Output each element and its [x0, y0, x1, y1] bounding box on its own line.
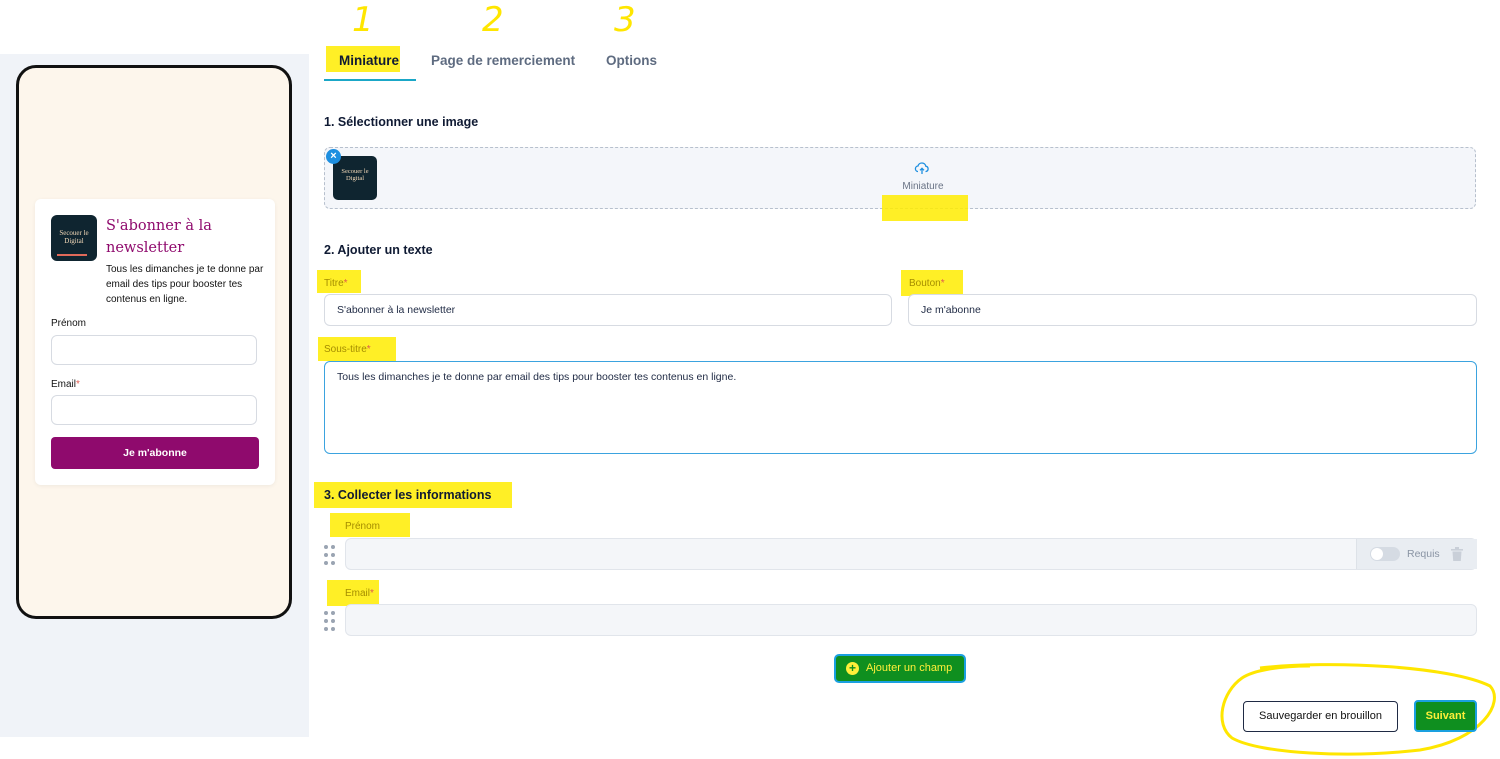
drag-handle-icon[interactable] [324, 611, 336, 631]
preview-title: S'abonner à la newsletter [106, 218, 212, 256]
bouton-input[interactable]: Je m'abonne [908, 294, 1477, 326]
annotation-step-2: 2 [482, 0, 504, 40]
tab-miniature[interactable]: Miniature [339, 53, 399, 68]
tab-options[interactable]: Options [606, 53, 657, 68]
active-tab-indicator [324, 79, 416, 81]
email-field-row[interactable] [345, 604, 1477, 636]
thumbnail-logo-text: Secouer le Digital [341, 168, 369, 182]
section-select-image-title: 1. Sélectionner une image [324, 115, 479, 129]
brand-logo-text: Secouer le Digital [59, 229, 89, 245]
bouton-label: Bouton* [909, 278, 945, 289]
titre-input[interactable]: S'abonner à la newsletter [324, 294, 892, 326]
sous-titre-textarea[interactable]: Tous les dimanches je te donne par email… [324, 361, 1477, 454]
tab-page-de-remerciement[interactable]: Page de remerciement [431, 53, 575, 68]
save-draft-button[interactable]: Sauvegarder en brouillon [1243, 701, 1398, 732]
prenom-field-row[interactable] [345, 538, 1477, 570]
plus-circle-icon: + [846, 662, 859, 675]
preview-firstname-input[interactable] [51, 335, 257, 365]
next-button[interactable]: Suivant [1414, 700, 1477, 732]
drag-handle-icon[interactable] [324, 545, 336, 565]
prenom-field-label: Prénom [345, 521, 381, 532]
email-field-label: Email* [345, 588, 374, 599]
preview-firstname-label: Prénom [51, 318, 87, 329]
preview-email-input[interactable] [51, 395, 257, 425]
brand-logo-thumbnail: Secouer le Digital [51, 215, 97, 261]
trash-icon[interactable] [1451, 547, 1463, 561]
add-field-label: Ajouter un champ [866, 662, 953, 674]
annotation-step-3: 3 [614, 0, 636, 40]
preview-subtitle: Tous les dimanches je te donne par email… [106, 264, 264, 305]
preview-email-label: Email* [51, 379, 80, 390]
sous-titre-label: Sous-titre* [324, 344, 371, 355]
section-add-text-title: 2. Ajouter un texte [324, 243, 433, 257]
annotation-step-1: 1 [352, 0, 374, 40]
preview-subscribe-button[interactable]: Je m'abonne [51, 437, 259, 469]
highlight-marker [882, 195, 968, 221]
newsletter-preview-card: Secouer le Digital S'abonner à la newsle… [35, 199, 275, 485]
remove-image-button[interactable]: × [326, 149, 341, 164]
close-icon: × [330, 150, 337, 162]
dropzone-label: Miniature [902, 181, 944, 192]
required-toggle-label: Requis [1407, 548, 1440, 560]
selected-image-thumbnail: Secouer le Digital [333, 156, 377, 200]
cloud-upload-icon [914, 162, 929, 174]
titre-label: Titre* [324, 278, 348, 289]
required-toggle[interactable] [1370, 547, 1400, 561]
section-collect-info-title: 3. Collecter les informations [324, 488, 492, 502]
add-field-button[interactable]: + Ajouter un champ [834, 654, 966, 683]
